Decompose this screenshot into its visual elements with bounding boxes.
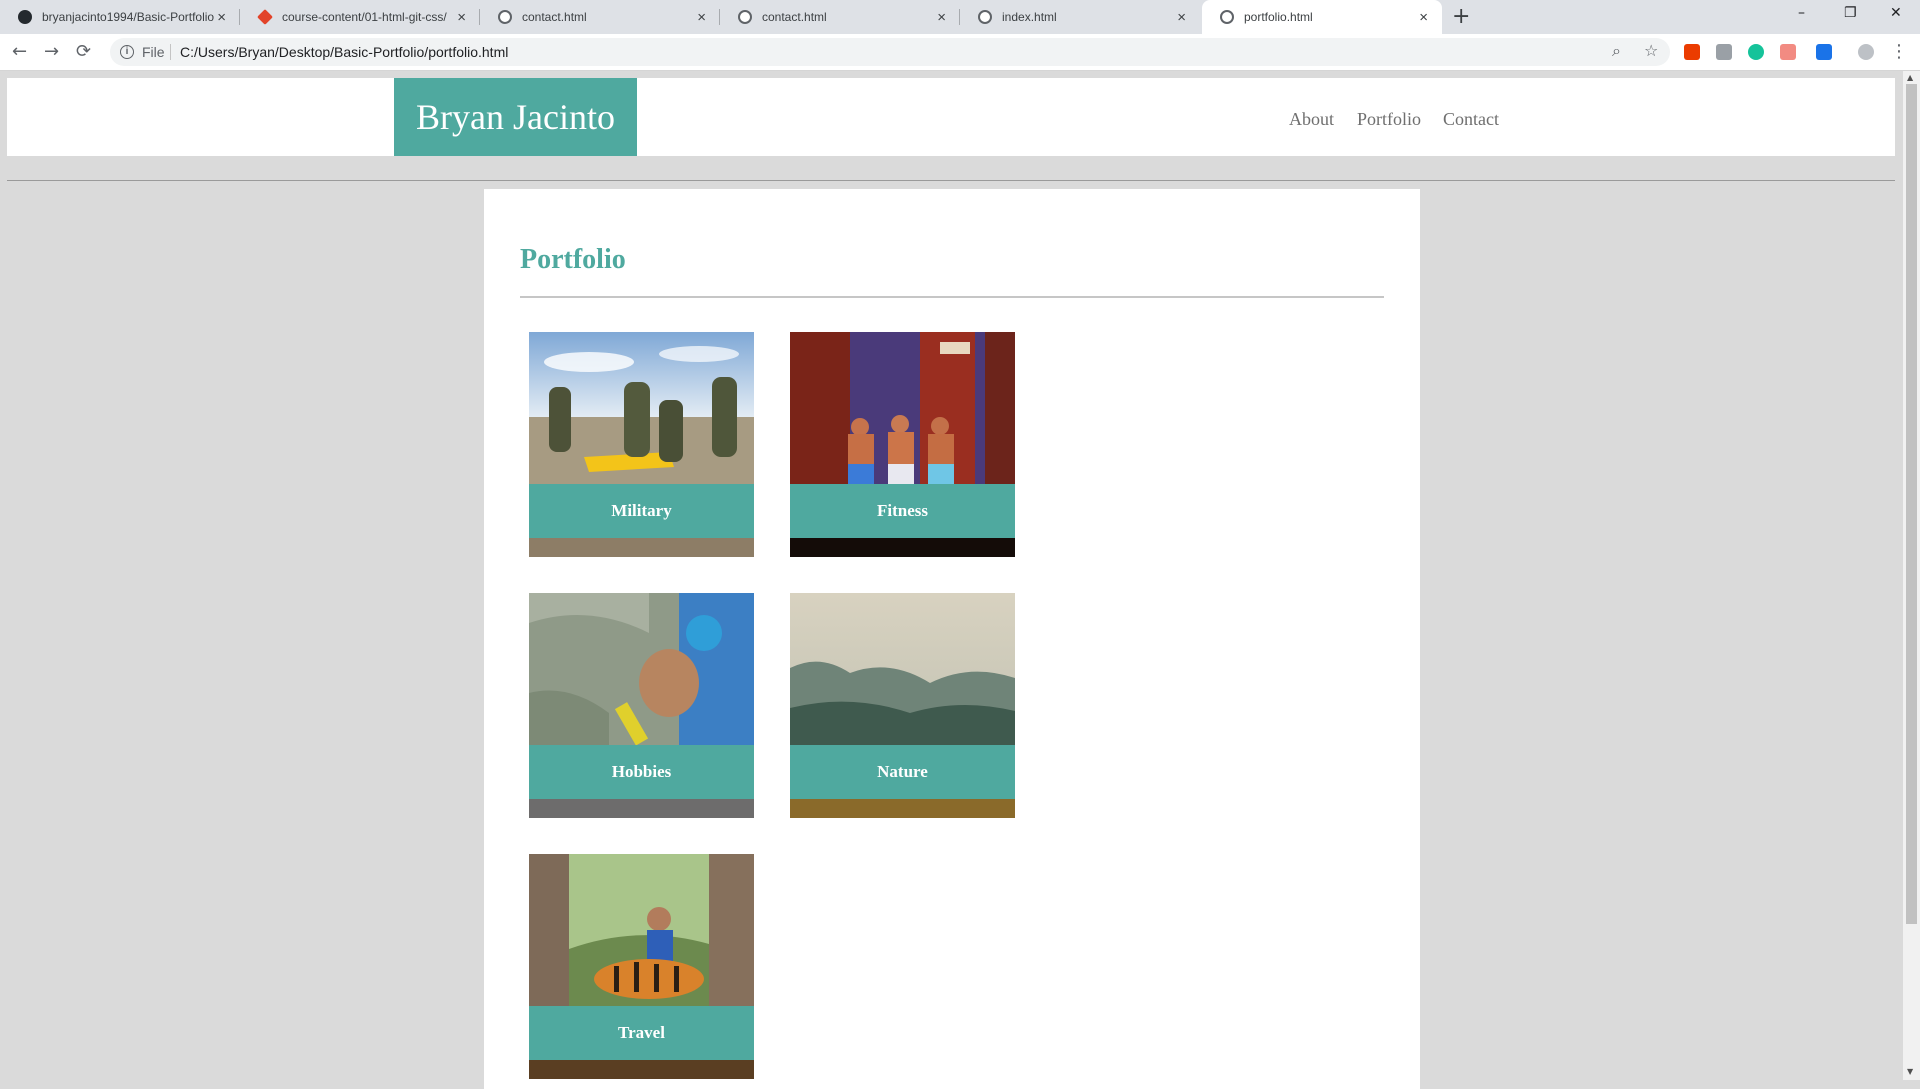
minimize-button[interactable]: – [1798, 5, 1805, 21]
scroll-up-arrow-icon[interactable]: ▲ [1907, 73, 1913, 82]
card-caption: Travel [529, 1006, 754, 1060]
portfolio-card-nature[interactable]: Nature [790, 593, 1015, 818]
portfolio-card-military[interactable]: Military [529, 332, 754, 557]
globe-icon [498, 10, 512, 24]
github-icon [18, 10, 32, 24]
nav-link-portfolio[interactable]: Portfolio [1357, 109, 1421, 130]
gitlab-icon [257, 9, 273, 25]
tab-close-icon[interactable]: × [1177, 9, 1186, 26]
url-text[interactable]: C:/Users/Bryan/Desktop/Basic-Portfolio/p… [180, 44, 508, 60]
restore-button[interactable]: ❐ [1844, 5, 1857, 21]
browser-tab[interactable]: contact.html × [480, 0, 720, 34]
browser-tab[interactable]: course-content/01-html-git-css/ × [240, 0, 480, 34]
portfolio-card-hobbies[interactable]: Hobbies [529, 593, 754, 818]
browser-tab-strip: bryanjacinto1994/Basic-Portfolio × cours… [0, 0, 1920, 34]
tab-close-icon[interactable]: × [1419, 9, 1428, 26]
scroll-thumb[interactable] [1906, 84, 1917, 924]
globe-icon [978, 10, 992, 24]
tab-close-icon[interactable]: × [457, 9, 466, 26]
back-button[interactable]: ← [12, 41, 27, 62]
bookmark-star-icon[interactable]: ☆ [1644, 41, 1658, 60]
nav-link-about[interactable]: About [1289, 109, 1334, 130]
forward-button[interactable]: → [44, 41, 59, 62]
office-extension-icon[interactable] [1684, 44, 1700, 60]
tab-close-icon[interactable]: × [217, 9, 226, 26]
tab-title: contact.html [522, 10, 587, 24]
tab-title: bryanjacinto1994/Basic-Portfolio [42, 10, 215, 24]
browser-tab[interactable]: index.html × [960, 0, 1200, 34]
site-header: Bryan Jacinto About Portfolio Contact [7, 78, 1895, 156]
scheme-label: File [142, 44, 165, 60]
card-caption: Military [529, 484, 754, 538]
title-divider [520, 296, 1384, 298]
tab-title: index.html [1002, 10, 1057, 24]
header-divider [7, 180, 1895, 181]
portfolio-section: Portfolio Military Fitness Hobbies Natur… [484, 189, 1420, 1089]
pen-extension-icon[interactable] [1816, 44, 1832, 60]
page-title: Portfolio [520, 244, 626, 275]
profile-avatar-icon[interactable] [1858, 44, 1874, 60]
arrow-extension-icon[interactable] [1780, 44, 1796, 60]
site-brand[interactable]: Bryan Jacinto [394, 78, 637, 156]
nav-link-contact[interactable]: Contact [1443, 109, 1499, 130]
browser-tab[interactable]: bryanjacinto1994/Basic-Portfolio × [0, 0, 240, 34]
pdf-extension-icon[interactable] [1716, 44, 1732, 60]
tab-title: portfolio.html [1244, 10, 1313, 24]
tab-close-icon[interactable]: × [937, 9, 946, 26]
new-tab-button[interactable]: + [1452, 4, 1470, 29]
address-divider [170, 44, 171, 60]
close-window-button[interactable]: ✕ [1890, 5, 1902, 21]
scroll-down-arrow-icon[interactable]: ▼ [1907, 1067, 1913, 1076]
globe-icon [1220, 10, 1234, 24]
globe-icon [738, 10, 752, 24]
info-icon[interactable]: i [120, 45, 134, 59]
tab-title: course-content/01-html-git-css/ [282, 10, 447, 24]
browser-toolbar: ← → ⟳ i File C:/Users/Bryan/Desktop/Basi… [0, 34, 1920, 71]
tab-title: contact.html [762, 10, 827, 24]
tab-close-icon[interactable]: × [697, 9, 706, 26]
reload-button[interactable]: ⟳ [76, 41, 91, 62]
card-caption: Nature [790, 745, 1015, 799]
card-caption: Fitness [790, 484, 1015, 538]
portfolio-card-travel[interactable]: Travel [529, 854, 754, 1079]
address-bar[interactable]: i File C:/Users/Bryan/Desktop/Basic-Port… [110, 38, 1670, 66]
page-scrollbar[interactable]: ▲ ▼ [1903, 71, 1920, 1080]
zoom-icon[interactable]: ⌕ [1612, 41, 1621, 61]
browser-tab-active[interactable]: portfolio.html × [1202, 0, 1442, 34]
browser-tab[interactable]: contact.html × [720, 0, 960, 34]
portfolio-card-fitness[interactable]: Fitness [790, 332, 1015, 557]
grammarly-extension-icon[interactable] [1748, 44, 1764, 60]
card-caption: Hobbies [529, 745, 754, 799]
browser-menu-icon[interactable]: ⋮ [1890, 41, 1908, 62]
